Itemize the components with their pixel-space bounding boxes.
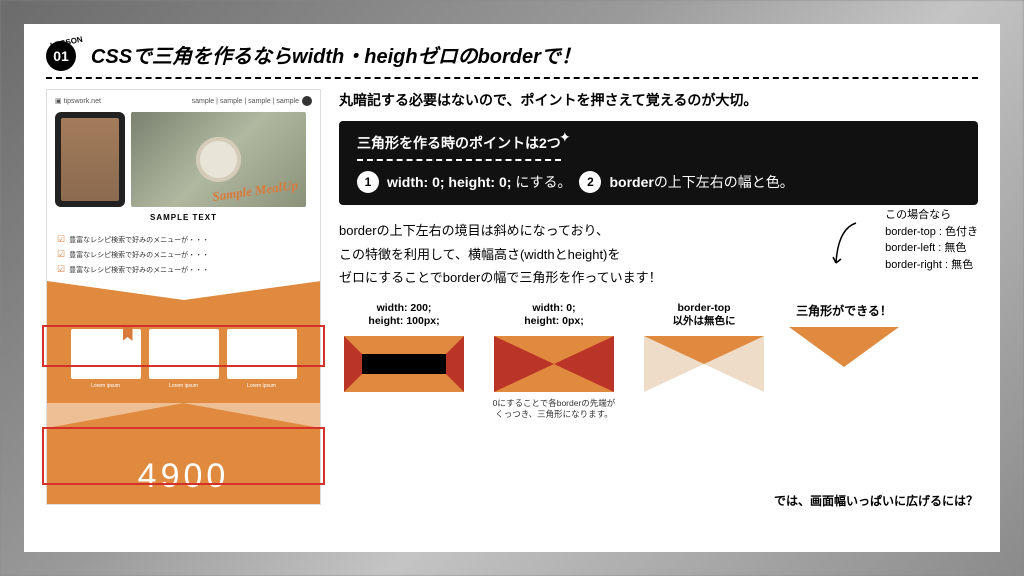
check-item: 豊富なレシピ検索で好みのメニューが・・・: [57, 262, 310, 277]
step-2-note: 0にすることで各borderの先端がくっつき、三角形になります。: [489, 398, 619, 422]
card-label: Lorem ipsum: [227, 383, 297, 389]
steps-row: width: 200;height: 100px; width: 0;heigh…: [339, 302, 978, 422]
step-2: width: 0;height: 0px; 0にすることで各borderの先端が…: [489, 302, 619, 422]
key-points-box: 三角形を作る時のポイントは2つ ✦ 1 width: 0; height: 0;…: [339, 121, 978, 205]
mockup-nav: sample | sample | sample | sample: [192, 98, 299, 105]
mockup-column: ▣ tipswork.net sample | sample | sample …: [46, 89, 321, 505]
key-points-title: 三角形を作る時のポイントは2つ: [357, 133, 561, 161]
card-label: Lorem ipsum: [71, 383, 141, 389]
check-item: 豊富なレシピ検索で好みのメニューが・・・: [57, 247, 310, 262]
explanation-column: 丸暗記する必要はないので、ポイントを押さえて覚えるのが大切。 三角形を作る時のポ…: [339, 89, 978, 505]
point-1: width: 0; height: 0; にする。: [387, 172, 571, 192]
step-3: border-top以外は無色に: [639, 302, 769, 392]
result-triangle: [789, 327, 899, 367]
annotation-box: この場合なら border-top : 色付き border-left : 無色…: [885, 207, 978, 273]
page: LESSON 01 CSSで三角を作るならwidth・heighゼロのborde…: [24, 24, 1000, 552]
number-badge-1: 1: [357, 171, 379, 193]
explanation-text: borderの上下左右の境目は斜めになっており、 この特徴を利用して、横幅高さ(…: [339, 219, 978, 289]
demo-box-3: [644, 336, 764, 392]
hero-food-image: [131, 112, 306, 207]
demo-box-1: [344, 336, 464, 392]
annotation-arrow-icon: [832, 219, 860, 269]
highlight-box-2: [42, 427, 325, 485]
point-2: borderの上下左右の幅と色。: [609, 172, 793, 192]
highlight-box-1: [42, 325, 325, 367]
mockup-brand: ▣ tipswork.net: [55, 97, 101, 105]
step-1: width: 200;height: 100px;: [339, 302, 469, 392]
demo-box-2: [494, 336, 614, 392]
result-label: 三角形ができる！: [789, 302, 899, 319]
result-block: 三角形ができる！: [789, 302, 899, 367]
sample-text-label: SAMPLE TEXT: [47, 207, 320, 228]
footer-question: では、画面幅いっぱいに広げるには？: [774, 492, 978, 509]
nav-dot-icon: [302, 96, 312, 106]
sparkle-icon: ✦: [559, 129, 571, 146]
intro-text: 丸暗記する必要はないので、ポイントを押さえて覚えるのが大切。: [339, 89, 978, 111]
tablet-mockup: [55, 112, 125, 207]
lesson-header: LESSON 01 CSSで三角を作るならwidth・heighゼロのborde…: [46, 38, 978, 79]
lesson-title: CSSで三角を作るならwidth・heighゼロのborderで！: [91, 40, 581, 69]
check-item: 豊富なレシピ検索で好みのメニューが・・・: [57, 232, 310, 247]
checklist: 豊富なレシピ検索で好みのメニューが・・・ 豊富なレシピ検索で好みのメニューが・・…: [47, 228, 320, 281]
triangle-band-top: [47, 281, 320, 319]
card-label: Lorem ipsum: [149, 383, 219, 389]
number-badge-2: 2: [579, 171, 601, 193]
